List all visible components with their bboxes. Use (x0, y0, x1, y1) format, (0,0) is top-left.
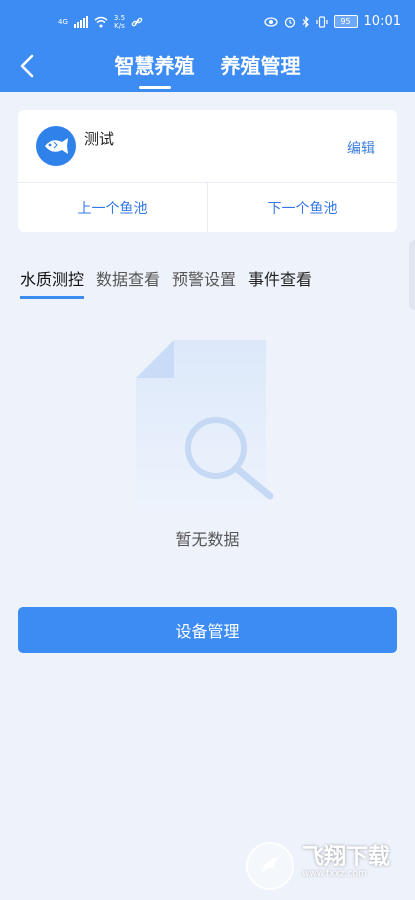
eye-icon (263, 16, 278, 27)
tab-farming-management[interactable]: 养殖管理 (221, 50, 301, 79)
previous-pond-button[interactable]: 上一个鱼池 (18, 183, 207, 232)
watermark-logo-icon (246, 842, 294, 890)
empty-state-text: 暂无数据 (175, 530, 240, 549)
status-bar: 4G 3.5 K/s 95 10:01 (0, 0, 415, 40)
tab-water-quality[interactable]: 水质测控 (20, 266, 85, 299)
next-pond-button[interactable]: 下一个鱼池 (207, 183, 397, 232)
app-header: 4G 3.5 K/s 95 10:01 智慧养殖 养殖管理 (0, 0, 415, 92)
pond-name: 测试 (84, 130, 115, 148)
watermark: 飞翔下载 www.fxxz.com (246, 840, 406, 892)
bluetooth-icon (302, 15, 309, 28)
signal-icon (73, 16, 88, 28)
pond-header: 测试 编辑 (18, 110, 397, 183)
vibrate-icon (315, 15, 328, 28)
link-icon (131, 17, 143, 27)
fish-avatar (36, 126, 76, 166)
document-search-icon (136, 340, 274, 505)
sub-tabs: 水质测控 数据查看 预警设置 事件查看 (20, 266, 312, 299)
pond-card: 测试 编辑 上一个鱼池 下一个鱼池 (18, 110, 397, 232)
clock: 10:01 (363, 14, 401, 29)
top-nav: 智慧养殖 养殖管理 (0, 40, 415, 92)
wifi-icon (94, 16, 108, 28)
tab-data-view[interactable]: 数据查看 (96, 266, 160, 298)
fish-icon (45, 138, 68, 154)
tab-alert-settings[interactable]: 预警设置 (172, 266, 236, 298)
watermark-title: 飞翔下载 (302, 845, 391, 870)
battery-icon: 95 (333, 15, 358, 28)
network-type: 4G (58, 18, 68, 26)
pond-switcher: 上一个鱼池 下一个鱼池 (18, 183, 397, 232)
tab-event-view[interactable]: 事件查看 (248, 266, 312, 298)
device-management-button[interactable]: 设备管理 (18, 607, 397, 653)
watermark-url: www.fxxz.com (302, 869, 367, 879)
edit-button[interactable]: 编辑 (347, 138, 375, 158)
tab-smart-farming[interactable]: 智慧养殖 (115, 50, 195, 89)
scroll-indicator (409, 240, 415, 310)
alarm-icon (284, 16, 295, 28)
network-speed: 3.5 K/s (113, 14, 126, 30)
